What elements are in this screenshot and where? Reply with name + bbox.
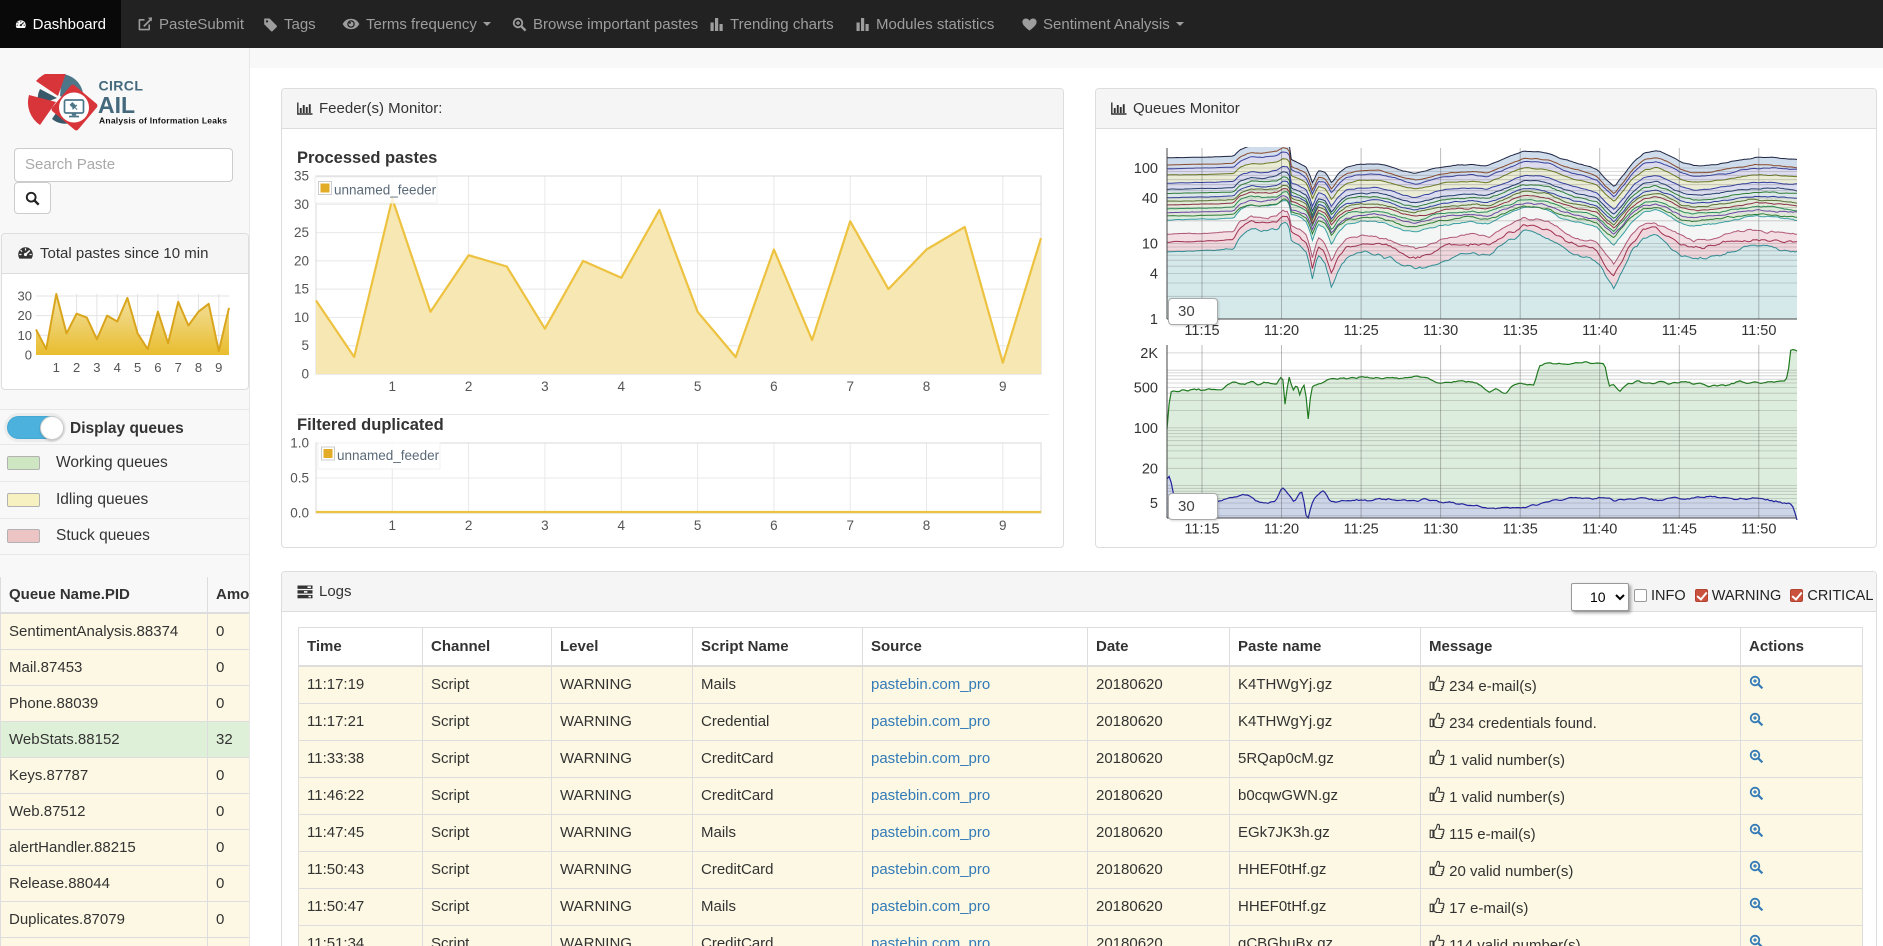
- svg-text:20: 20: [1142, 461, 1158, 477]
- svg-text:4: 4: [114, 360, 121, 375]
- svg-text:6: 6: [154, 360, 161, 375]
- svg-text:0.5: 0.5: [290, 471, 309, 486]
- svg-text:1: 1: [1150, 312, 1158, 328]
- svg-text:5: 5: [694, 518, 702, 533]
- svg-text:unnamed_feeder: unnamed_feeder: [334, 183, 437, 198]
- svg-text:8: 8: [923, 379, 931, 394]
- svg-text:100: 100: [1134, 421, 1158, 437]
- svg-text:8: 8: [195, 360, 202, 375]
- svg-text:11:25: 11:25: [1343, 522, 1378, 538]
- svg-text:5: 5: [694, 379, 702, 394]
- svg-text:5: 5: [134, 360, 141, 375]
- svg-text:3: 3: [541, 379, 549, 394]
- svg-text:20: 20: [18, 308, 32, 323]
- svg-text:100: 100: [1134, 161, 1158, 177]
- svg-text:2: 2: [465, 518, 473, 533]
- svg-text:1.0: 1.0: [290, 436, 309, 451]
- svg-text:5: 5: [1150, 496, 1158, 512]
- svg-text:11:35: 11:35: [1503, 522, 1538, 538]
- svg-text:11:40: 11:40: [1582, 522, 1617, 538]
- svg-text:10: 10: [18, 328, 32, 343]
- svg-text:4: 4: [618, 518, 626, 533]
- svg-text:1: 1: [389, 379, 397, 394]
- svg-text:AIL: AIL: [98, 92, 135, 118]
- svg-text:5: 5: [301, 338, 309, 353]
- svg-text:7: 7: [175, 360, 182, 375]
- svg-text:2: 2: [465, 379, 473, 394]
- svg-text:10: 10: [1142, 237, 1158, 253]
- svg-text:9: 9: [999, 518, 1007, 533]
- svg-text:11:50: 11:50: [1741, 522, 1776, 538]
- svg-text:6: 6: [770, 379, 778, 394]
- svg-text:500: 500: [1134, 381, 1158, 397]
- svg-text:25: 25: [294, 225, 309, 240]
- svg-text:6: 6: [770, 518, 778, 533]
- svg-text:4: 4: [618, 379, 626, 394]
- svg-text:0: 0: [25, 348, 32, 363]
- svg-text:7: 7: [846, 379, 854, 394]
- svg-text:8: 8: [923, 518, 931, 533]
- svg-text:11:45: 11:45: [1662, 522, 1697, 538]
- svg-text:30: 30: [294, 197, 309, 212]
- svg-text:1: 1: [53, 360, 60, 375]
- svg-text:1: 1: [389, 518, 397, 533]
- svg-text:9: 9: [999, 379, 1007, 394]
- svg-text:2K: 2K: [1140, 346, 1158, 362]
- svg-text:7: 7: [846, 518, 854, 533]
- svg-text:9: 9: [215, 360, 222, 375]
- svg-text:0: 0: [301, 367, 309, 382]
- svg-text:unnamed_feeder: unnamed_feeder: [337, 448, 440, 463]
- svg-text:35: 35: [294, 169, 309, 184]
- svg-text:40: 40: [1142, 191, 1158, 207]
- svg-text:3: 3: [93, 360, 100, 375]
- svg-text:0.0: 0.0: [290, 506, 309, 521]
- svg-text:11:20: 11:20: [1264, 522, 1299, 538]
- svg-text:3: 3: [541, 518, 549, 533]
- svg-text:10: 10: [294, 310, 309, 325]
- svg-text:20: 20: [294, 253, 309, 268]
- svg-text:Analysis of Information Leaks: Analysis of Information Leaks: [99, 116, 227, 126]
- svg-text:2: 2: [73, 360, 80, 375]
- svg-text:30: 30: [18, 289, 32, 304]
- svg-text:11:15: 11:15: [1184, 522, 1219, 538]
- svg-text:4: 4: [1150, 267, 1158, 283]
- svg-text:15: 15: [294, 282, 309, 297]
- svg-text:11:30: 11:30: [1423, 522, 1458, 538]
